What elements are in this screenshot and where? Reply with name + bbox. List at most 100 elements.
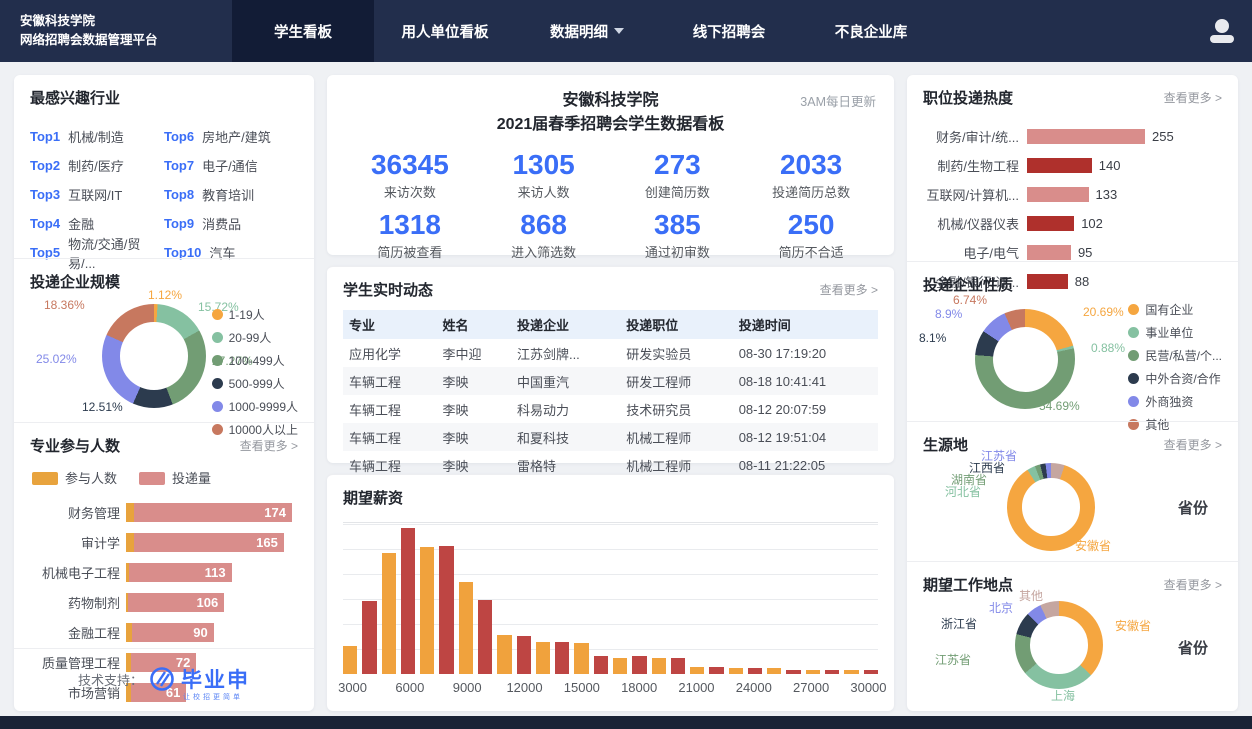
work-location-more-link[interactable]: 查看更多 > bbox=[1164, 576, 1222, 593]
company-type-chart: 6.74%8.9%8.1%20.69%0.88%54.69%国有企业事业单位民营… bbox=[923, 295, 1222, 413]
industry-name: 房地产/建筑 bbox=[202, 127, 271, 146]
x-axis-tick: 12000 bbox=[506, 680, 542, 695]
majors-row-label: 审计学 bbox=[30, 533, 126, 552]
legend-dot bbox=[212, 401, 223, 412]
origin-title: 生源地 bbox=[923, 434, 968, 455]
job-heat-value: 102 bbox=[1074, 216, 1103, 231]
donut-label: 0.88% bbox=[1091, 341, 1125, 355]
work-location-chart: 其他北京浙江省江苏省上海安徽省省份 bbox=[923, 595, 1222, 698]
stat-label: 创建简历数 bbox=[611, 182, 745, 201]
donut-label: 上海 bbox=[1051, 687, 1075, 704]
stat-value: 868 bbox=[477, 209, 611, 241]
majors-legend-item: 参与人数 bbox=[32, 468, 117, 487]
donut-ring bbox=[1015, 601, 1103, 689]
industry-item: Top6房地产/建筑 bbox=[164, 122, 298, 151]
donut-label: 1.12% bbox=[148, 288, 182, 302]
donut-ring bbox=[975, 309, 1075, 409]
axis-word: 省份 bbox=[1178, 497, 1208, 518]
histogram-bar bbox=[690, 667, 704, 674]
job-heat-bar bbox=[1027, 245, 1071, 260]
legend-item: 民营/私营/个... bbox=[1128, 347, 1222, 364]
brand-line1: 安徽科技学院 bbox=[20, 12, 232, 31]
tab-label: 用人单位看板 bbox=[402, 21, 489, 42]
job-heat-label: 财务/审计/统... bbox=[923, 127, 1027, 146]
histogram-bar bbox=[343, 646, 357, 674]
histogram-bar bbox=[632, 656, 646, 674]
legend-label: 中外合资/合作 bbox=[1145, 370, 1220, 387]
right-panel: 职位投递热度 查看更多 > 财务/审计/统...255制药/生物工程140互联网… bbox=[907, 75, 1238, 711]
salary-x-axis: 3000600090001200015000180002100024000270… bbox=[343, 678, 878, 698]
legend-item: 1-19人 bbox=[212, 306, 298, 323]
salary-title: 期望薪资 bbox=[343, 487, 403, 508]
majors-row: 审计学 165 bbox=[30, 527, 298, 557]
user-icon bbox=[1209, 19, 1235, 43]
table-column-header: 姓名 bbox=[436, 310, 510, 339]
legend-item: 外商独资 bbox=[1128, 393, 1222, 410]
salary-histogram bbox=[343, 522, 878, 674]
legend-dot bbox=[212, 332, 223, 343]
histogram-bar bbox=[767, 668, 781, 674]
participation-bar bbox=[126, 533, 134, 552]
table-cell: 08-18 10:41:41 bbox=[733, 367, 878, 395]
industry-name: 教育培训 bbox=[202, 185, 254, 204]
submissions-bar: 106 bbox=[128, 593, 224, 612]
majors-row: 药物制剂106 bbox=[30, 587, 298, 617]
legend-dot bbox=[1128, 373, 1139, 384]
origin-more-link[interactable]: 查看更多 > bbox=[1164, 436, 1222, 453]
bar-value: 165 bbox=[256, 535, 284, 550]
industry-name: 制药/医疗 bbox=[68, 156, 124, 175]
table-cell: 中国重汽 bbox=[511, 367, 620, 395]
stat-item: 273创建简历数 bbox=[611, 149, 745, 201]
stats-grid: 36345来访次数1305来访人数273创建简历数2033投递简历总数1318简… bbox=[343, 149, 878, 261]
section-work-location: 期望工作地点 查看更多 > 其他北京浙江省江苏省上海安徽省省份 bbox=[907, 561, 1238, 700]
histogram-bar bbox=[459, 582, 473, 674]
table-column-header: 投递企业 bbox=[511, 310, 620, 339]
histogram-bar bbox=[748, 668, 762, 674]
tab-学生看板[interactable]: 学生看板 bbox=[232, 0, 374, 62]
histogram-bar bbox=[555, 642, 569, 674]
legend-item: 国有企业 bbox=[1128, 301, 1222, 318]
job-heat-value: 133 bbox=[1089, 187, 1118, 202]
job-heat-more-link[interactable]: 查看更多 > bbox=[1164, 89, 1222, 106]
table-cell: 车辆工程 bbox=[343, 395, 436, 423]
stat-item: 1305来访人数 bbox=[477, 149, 611, 201]
bar-value: 174 bbox=[264, 505, 292, 520]
activity-card: 学生实时动态 查看更多 > 专业姓名投递企业投递职位投递时间 应用化学李中迎江苏… bbox=[327, 266, 894, 463]
stat-label: 简历不合适 bbox=[744, 242, 878, 261]
table-column-header: 投递职位 bbox=[620, 310, 732, 339]
job-heat-label: 机械/仪器仪表 bbox=[923, 214, 1027, 233]
tab-数据明细[interactable]: 数据明细 bbox=[516, 0, 658, 62]
table-cell: 车辆工程 bbox=[343, 423, 436, 451]
majors-more-link[interactable]: 查看更多 > bbox=[240, 437, 298, 454]
tab-线下招聘会[interactable]: 线下招聘会 bbox=[658, 0, 800, 62]
legend-swatch bbox=[32, 472, 58, 485]
industry-name: 消费品 bbox=[202, 214, 241, 233]
stat-value: 1305 bbox=[477, 149, 611, 181]
footer-bar bbox=[0, 716, 1252, 729]
x-axis-tick: 21000 bbox=[678, 680, 714, 695]
bar-value: 106 bbox=[197, 595, 225, 610]
table-cell: 江苏剑牌... bbox=[511, 339, 620, 367]
activity-more-link[interactable]: 查看更多 > bbox=[820, 281, 878, 298]
table-cell: 车辆工程 bbox=[343, 367, 436, 395]
legend-dot bbox=[212, 355, 223, 366]
tab-不良企业库[interactable]: 不良企业库 bbox=[800, 0, 942, 62]
stat-item: 250简历不合适 bbox=[744, 209, 878, 261]
tab-用人单位看板[interactable]: 用人单位看板 bbox=[374, 0, 516, 62]
user-menu-button[interactable] bbox=[1192, 0, 1252, 62]
stat-value: 385 bbox=[611, 209, 745, 241]
stat-label: 简历被查看 bbox=[343, 242, 477, 261]
legend-label: 外商独资 bbox=[1145, 393, 1193, 410]
nav-spacer bbox=[942, 0, 1192, 62]
histogram-bar bbox=[709, 667, 723, 674]
table-row: 应用化学李中迎江苏剑牌...研发实验员08-30 17:19:20 bbox=[343, 339, 878, 367]
submissions-bar: 165 bbox=[134, 533, 284, 552]
dashboard-title: 安徽科技学院 2021届春季招聘会学生数据看板 bbox=[343, 87, 878, 137]
table-row: 车辆工程李映科易动力技术研究员08-12 20:07:59 bbox=[343, 395, 878, 423]
legend-dot bbox=[1128, 350, 1139, 361]
industry-rank: Top7 bbox=[164, 158, 194, 173]
majors-row: 金融工程90 bbox=[30, 617, 298, 647]
industry-name: 机械/制造 bbox=[68, 127, 124, 146]
legend-label: 500-999人 bbox=[229, 375, 285, 392]
job-heat-row: 机械/仪器仪表 102 bbox=[923, 209, 1222, 238]
